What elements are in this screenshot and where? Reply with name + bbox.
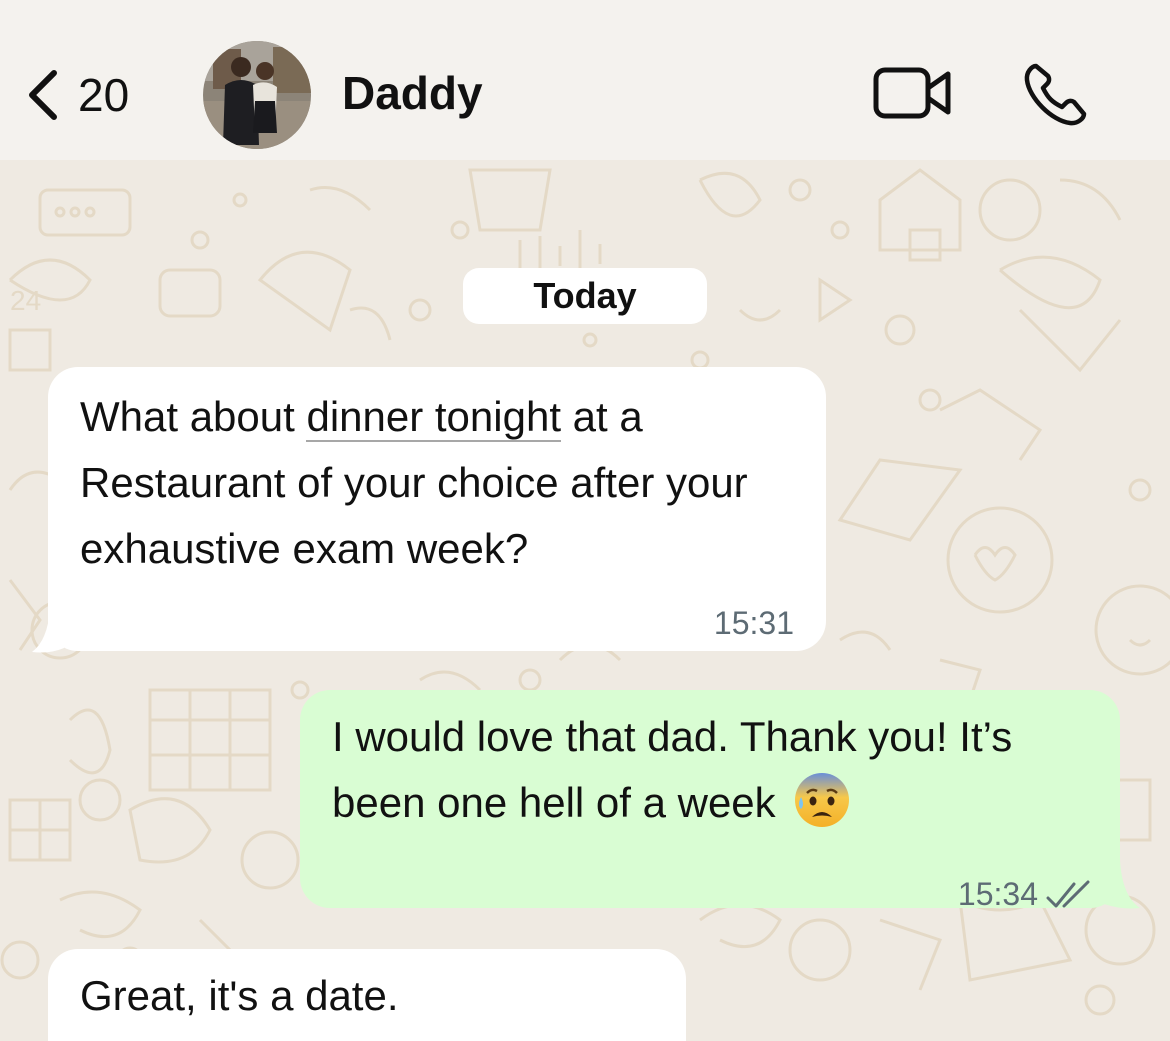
message-timestamp: 15:31 [713, 605, 794, 641]
message-bubble-outgoing[interactable]: I would love that dad. Thank you! It’s b… [300, 690, 1120, 912]
anxious-face-with-sweat-icon [795, 773, 850, 827]
chat-header: 20 Daddy [0, 0, 1170, 160]
video-call-icon [873, 67, 951, 119]
video-call-button[interactable] [872, 64, 954, 122]
back-button[interactable]: 20 [22, 60, 129, 130]
message-timestamp: 15:34 [957, 876, 1038, 912]
message-bubble-incoming[interactable]: Great, it's a date. [48, 949, 686, 1041]
chat-screen: 20 Daddy 24 Today What about dinner toni… [0, 0, 1170, 1041]
voice-call-button[interactable] [1022, 60, 1090, 128]
message-text: I would love that dad. Thank you! It’s b… [332, 704, 1102, 836]
svg-text:24: 24 [10, 285, 41, 316]
chat-area[interactable]: 24 Today What about dinner tonight at a … [0, 160, 1170, 1041]
contact-name[interactable]: Daddy [342, 66, 483, 120]
phone-icon [1024, 63, 1087, 126]
read-receipt-icon [1046, 880, 1090, 908]
date-divider: Today [463, 268, 707, 324]
message-text: What about dinner tonight at a Restauran… [80, 393, 748, 572]
message-text: Great, it's a date. [80, 972, 399, 1019]
detected-date-link[interactable]: dinner tonight [306, 393, 561, 442]
unread-count: 20 [78, 69, 130, 121]
avatar[interactable] [203, 41, 311, 149]
chevron-left-icon [29, 70, 57, 120]
message-bubble-incoming[interactable]: What about dinner tonight at a Restauran… [48, 367, 826, 651]
